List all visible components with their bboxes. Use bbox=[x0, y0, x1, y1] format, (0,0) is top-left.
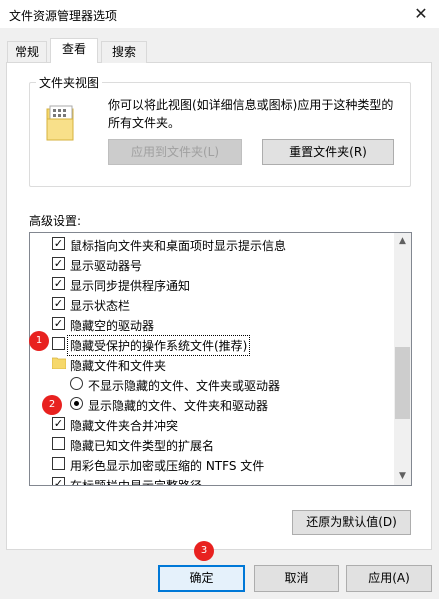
list-item[interactable]: ✓ 鼠标指向文件夹和桌面项时显示提示信息 bbox=[30, 234, 396, 254]
list-item[interactable]: ✓ 隐藏文件夹合并冲突 bbox=[30, 414, 396, 434]
ok-button[interactable]: 确定 bbox=[158, 565, 245, 592]
scrollbar-thumb[interactable] bbox=[395, 347, 410, 419]
scroll-down-icon[interactable]: ▼ bbox=[394, 468, 411, 485]
callout-badge-1: 1 bbox=[29, 331, 49, 351]
list-item-label: 显示同步提供程序通知 bbox=[70, 279, 191, 293]
callout-badge-2: 2 bbox=[42, 395, 62, 415]
checkbox[interactable]: ✓ bbox=[52, 317, 65, 330]
list-item[interactable]: ✓ 隐藏空的驱动器 bbox=[30, 314, 396, 334]
list-item-label: 不显示隐藏的文件、文件夹或驱动器 bbox=[88, 379, 281, 393]
list-item[interactable]: ✓ 显示同步提供程序通知 bbox=[30, 274, 396, 294]
checkbox[interactable]: ✓ bbox=[52, 297, 65, 310]
tab-search[interactable]: 搜索 bbox=[101, 41, 147, 63]
checkbox[interactable] bbox=[52, 437, 65, 450]
close-icon[interactable]: ✕ bbox=[409, 3, 433, 25]
folder-views-description: 你可以将此视图(如详细信息或图标)应用于这种类型的所有文件夹。 bbox=[108, 98, 394, 130]
folder-views-label: 文件夹视图 bbox=[36, 74, 103, 91]
folder-view-icon bbox=[46, 105, 74, 141]
list-item-label: 隐藏受保护的操作系统文件(推荐) bbox=[66, 335, 251, 356]
list-item-label: 隐藏空的驱动器 bbox=[70, 319, 155, 333]
checkbox[interactable]: ✓ bbox=[52, 417, 65, 430]
list-item-label: 显示驱动器号 bbox=[70, 259, 143, 273]
checkbox[interactable]: ✓ bbox=[52, 277, 65, 290]
list-item: 隐藏文件和文件夹 bbox=[30, 354, 396, 374]
scroll-up-icon[interactable]: ▲ bbox=[394, 233, 411, 250]
list-item[interactable]: 显示隐藏的文件、文件夹和驱动器 bbox=[30, 394, 396, 414]
list-item-label: 显示隐藏的文件、文件夹和驱动器 bbox=[88, 399, 269, 413]
list-item[interactable]: 用彩色显示加密或压缩的 NTFS 文件 bbox=[30, 454, 396, 474]
callout-badge-3: 3 bbox=[194, 541, 214, 561]
cancel-button[interactable]: 取消 bbox=[254, 565, 339, 592]
list-item[interactable]: 隐藏已知文件类型的扩展名 bbox=[30, 434, 396, 454]
list-item[interactable]: ✓ 在标题栏中显示完整路径 bbox=[30, 474, 396, 486]
apply-to-folders-button[interactable]: 应用到文件夹(L) bbox=[108, 139, 242, 165]
tab-general[interactable]: 常规 bbox=[7, 41, 47, 63]
vertical-scrollbar[interactable]: ▲ ▼ bbox=[394, 233, 411, 485]
tab-view[interactable]: 查看 bbox=[50, 38, 98, 63]
folder-icon bbox=[52, 357, 66, 369]
reset-folders-button[interactable]: 重置文件夹(R) bbox=[262, 139, 394, 165]
checkbox[interactable]: ✓ bbox=[52, 237, 65, 250]
apply-button[interactable]: 应用(A) bbox=[346, 565, 432, 592]
list-item-label: 隐藏文件夹合并冲突 bbox=[70, 419, 179, 433]
radio-button[interactable] bbox=[70, 397, 83, 410]
advanced-settings-list[interactable]: ✓ 鼠标指向文件夹和桌面项时显示提示信息 ✓ 显示驱动器号 ✓ 显示同步提供程序… bbox=[29, 232, 412, 486]
window-title: 文件资源管理器选项 bbox=[9, 9, 118, 23]
restore-defaults-button[interactable]: 还原为默认值(D) bbox=[292, 510, 411, 535]
list-item[interactable]: ✓ 显示驱动器号 bbox=[30, 254, 396, 274]
radio-button[interactable] bbox=[70, 377, 83, 390]
list-item-label: 隐藏文件和文件夹 bbox=[70, 359, 167, 373]
checkbox[interactable] bbox=[52, 337, 65, 350]
advanced-settings-label: 高级设置: bbox=[29, 214, 82, 228]
list-item[interactable]: 不显示隐藏的文件、文件夹或驱动器 bbox=[30, 374, 396, 394]
list-item-label: 鼠标指向文件夹和桌面项时显示提示信息 bbox=[70, 239, 287, 253]
checkbox[interactable] bbox=[52, 457, 65, 470]
list-item-label: 用彩色显示加密或压缩的 NTFS 文件 bbox=[70, 459, 265, 473]
list-item[interactable]: ✓ 显示状态栏 bbox=[30, 294, 396, 314]
checkbox[interactable]: ✓ bbox=[52, 477, 65, 485]
list-item-label: 在标题栏中显示完整路径 bbox=[70, 479, 203, 486]
list-item-label: 显示状态栏 bbox=[70, 299, 131, 313]
checkbox[interactable]: ✓ bbox=[52, 257, 65, 270]
list-item-selected[interactable]: 隐藏受保护的操作系统文件(推荐) bbox=[30, 334, 396, 356]
list-item-label: 隐藏已知文件类型的扩展名 bbox=[70, 439, 215, 453]
